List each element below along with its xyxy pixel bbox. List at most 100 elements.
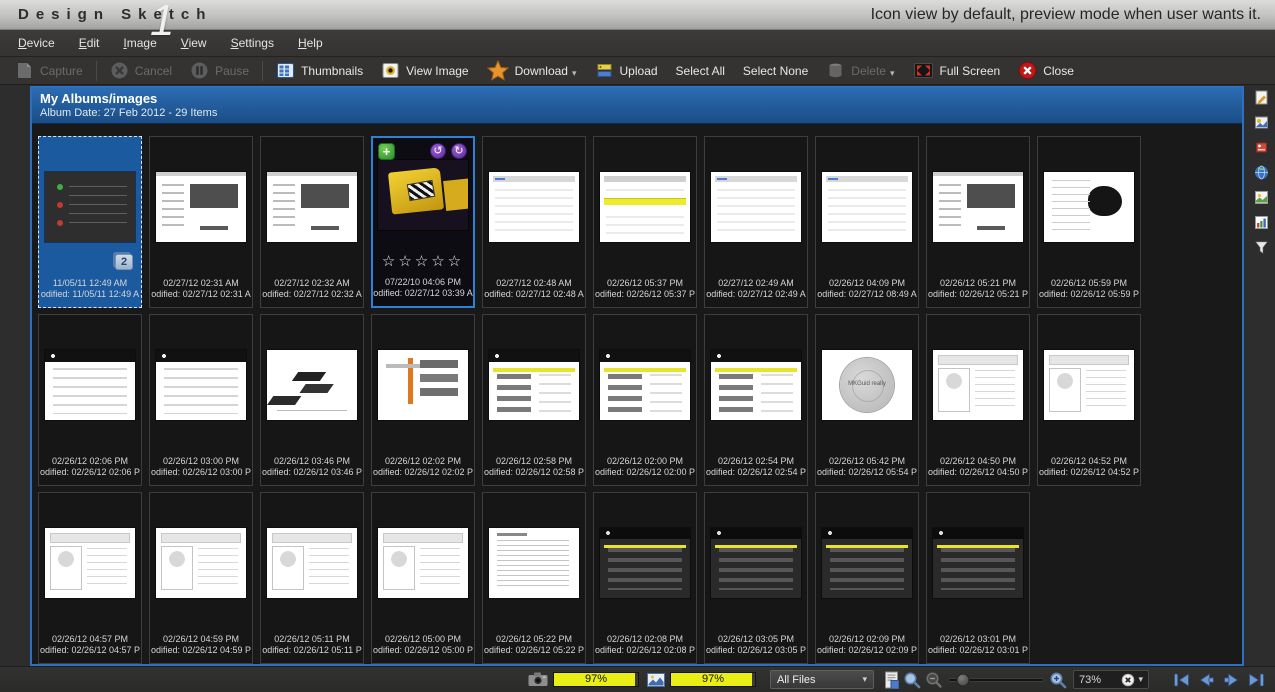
close-button[interactable]: Close: [1009, 59, 1083, 82]
thumbnail-item[interactable]: 02/26/12 05:11 PModified: 02/26/12 05:11…: [260, 492, 364, 664]
zoom-in-icon[interactable]: [1049, 671, 1067, 689]
thumbnail-item[interactable]: 02/26/12 02:09 PModified: 02/26/12 02:09…: [815, 492, 919, 664]
rotate-right-icon[interactable]: ↻: [451, 143, 467, 159]
histogram-icon[interactable]: [1252, 213, 1270, 231]
thumbnail-item[interactable]: 02/26/12 04:59 PModified: 02/26/12 04:59…: [149, 492, 253, 664]
thumbnail-item[interactable]: 02/27/12 02:49 AModified: 02/27/12 02:49…: [704, 136, 808, 308]
thumbnail-item[interactable]: 02/26/12 05:59 PModified: 02/26/12 05:59…: [1037, 136, 1141, 308]
thumbnail-caption: 02/26/12 05:42 PModified: 02/26/12 05:54…: [816, 454, 918, 485]
thumbnail-item[interactable]: 02/26/12 05:22 PModified: 02/26/12 05:22…: [482, 492, 586, 664]
thumbnail-item[interactable]: +↺↻☆☆☆☆☆07/22/10 04:06 PModified: 02/27/…: [371, 136, 475, 308]
rating-stars[interactable]: ☆☆☆☆☆: [373, 251, 473, 275]
chevron-down-icon[interactable]: ▾: [572, 62, 577, 79]
view-image-button[interactable]: View Image: [372, 59, 477, 82]
thumbnail-item[interactable]: 02/26/12 02:54 PModified: 02/26/12 02:54…: [704, 314, 808, 486]
zoom-slider[interactable]: [948, 678, 1044, 682]
thumbnail-caption: 02/26/12 05:37 PModified: 02/26/12 05:37…: [594, 276, 696, 307]
thumbnail-image-area: [816, 137, 918, 276]
thumbnail-item[interactable]: 02/26/12 02:00 PModified: 02/26/12 02:00…: [593, 314, 697, 486]
properties-icon[interactable]: [1252, 88, 1270, 106]
thumbnail-item[interactable]: 02/26/12 03:00 PModified: 02/26/12 03:00…: [149, 314, 253, 486]
thumbnail-image: [600, 172, 690, 242]
zoom-fit-icon[interactable]: [903, 671, 921, 689]
thumbnail-caption: 02/26/12 02:06 PModified: 02/26/12 02:06…: [39, 454, 141, 485]
thumbnail-item[interactable]: 02/27/12 02:32 AModified: 02/27/12 02:32…: [260, 136, 364, 308]
thumbnail-date: 02/27/12 02:48 AM: [483, 278, 585, 289]
thumbnails-button[interactable]: Thumbnails: [267, 59, 372, 82]
filters-icon[interactable]: [1252, 238, 1270, 256]
colors-icon[interactable]: [1252, 138, 1270, 156]
toolbar: CaptureCancelPauseThumbnailsView ImageDo…: [0, 57, 1275, 85]
chevron-down-icon[interactable]: ▾: [1138, 674, 1143, 685]
full-screen-icon: [913, 61, 934, 80]
chevron-down-icon: ▾: [890, 62, 895, 79]
first-image-button[interactable]: [1171, 672, 1192, 688]
thumbnail-item[interactable]: 02/27/12 02:48 AModified: 02/27/12 02:48…: [482, 136, 586, 308]
select-all-button[interactable]: Select All: [667, 62, 734, 80]
zoom-out-icon[interactable]: [925, 671, 943, 689]
thumbnail-item[interactable]: 02/26/12 04:52 PModified: 02/26/12 04:52…: [1037, 314, 1141, 486]
menu-item-view[interactable]: View: [171, 32, 217, 54]
zoom-level-box[interactable]: 73% ▾: [1073, 670, 1149, 689]
thumbnail-caption: 02/27/12 02:49 AModified: 02/27/12 02:49…: [705, 276, 807, 307]
add-tag-icon[interactable]: +: [378, 143, 395, 160]
thumbnail-item[interactable]: 02/26/12 05:37 PModified: 02/26/12 05:37…: [593, 136, 697, 308]
menu-item-settings[interactable]: Settings: [221, 32, 284, 54]
thumbnail-item[interactable]: 02/26/12 03:01 PModified: 02/26/12 03:01…: [926, 492, 1030, 664]
select-none-button[interactable]: Select None: [734, 62, 817, 80]
thumbnail-modified: odified: 02/26/12 04:50 P: [927, 467, 1029, 478]
toolbar-separator: [262, 61, 263, 81]
app-title: Design Sketch: [18, 6, 212, 23]
thumbnail-caption: 02/26/12 02:09 PModified: 02/26/12 02:09…: [816, 632, 918, 663]
zoom-slider-handle[interactable]: [957, 673, 970, 686]
thumbnail-date: 02/26/12 03:01 PM: [927, 634, 1029, 645]
thumbnail-item[interactable]: MKGuid really02/26/12 05:42 PModified: 0…: [815, 314, 919, 486]
thumbnail-item[interactable]: 02/26/12 02:08 PModified: 02/26/12 02:08…: [593, 492, 697, 664]
thumbnail-item[interactable]: 02/26/12 05:21 PModified: 02/26/12 05:21…: [926, 136, 1030, 308]
thumbnail-image-area: [372, 315, 474, 454]
download-label: Download: [515, 64, 568, 78]
thumbnail-modified: odified: 02/27/12 08:49 A: [816, 289, 918, 300]
zoom-reset-icon[interactable]: [1121, 673, 1135, 687]
menu-item-edit[interactable]: Edit: [69, 32, 110, 54]
thumbnail-row: 211/05/11 12:49 AModified: 11/05/11 12:4…: [38, 136, 1242, 308]
thumbnail-item[interactable]: 02/26/12 04:09 PModified: 02/27/12 08:49…: [815, 136, 919, 308]
rotate-left-icon[interactable]: ↺: [430, 143, 446, 159]
thumbnail-date: 02/26/12 02:08 PM: [594, 634, 696, 645]
thumbnail-image: [600, 528, 690, 598]
title-bar: Design Sketch 1 Icon view by default, pr…: [0, 0, 1275, 30]
thumbnail-item[interactable]: 02/26/12 04:50 PModified: 02/26/12 04:50…: [926, 314, 1030, 486]
menu-item-help[interactable]: Help: [288, 32, 333, 54]
thumbnail-date: 02/26/12 05:21 PM: [927, 278, 1029, 289]
thumbnail-item[interactable]: 02/26/12 03:05 PModified: 02/26/12 03:05…: [704, 492, 808, 664]
thumbnail-item[interactable]: 02/27/12 02:31 AModified: 02/27/12 02:31…: [149, 136, 253, 308]
geolocation-icon[interactable]: [1252, 163, 1270, 181]
upload-icon: [595, 61, 614, 80]
last-image-button[interactable]: [1246, 672, 1267, 688]
metadata-icon[interactable]: [1252, 113, 1270, 131]
thumbnail-item[interactable]: 02/26/12 02:58 PModified: 02/26/12 02:58…: [482, 314, 586, 486]
thumbnail-image: [711, 350, 801, 420]
thumbnail-item[interactable]: 02/26/12 02:06 PModified: 02/26/12 02:06…: [38, 314, 142, 486]
full-screen-button[interactable]: Full Screen: [904, 59, 1010, 82]
thumbnail-image-area: [261, 137, 363, 276]
captions-icon[interactable]: [1252, 188, 1270, 206]
thumbnail-modified: odified: 02/26/12 02:08 P: [594, 645, 696, 656]
next-image-button[interactable]: [1221, 672, 1242, 688]
thumbnail-item[interactable]: 02/26/12 02:02 PModified: 02/26/12 02:02…: [371, 314, 475, 486]
upload-button[interactable]: Upload: [586, 59, 667, 82]
thumbnail-modified: odified: 02/27/12 02:31 A: [150, 289, 252, 300]
download-button[interactable]: Download ▾: [478, 58, 586, 83]
thumbnail-item[interactable]: 211/05/11 12:49 AModified: 11/05/11 12:4…: [38, 136, 142, 308]
thumbnail-item[interactable]: 02/26/12 04:57 PModified: 02/26/12 04:57…: [38, 492, 142, 664]
thumbnail-item[interactable]: 02/26/12 03:46 PModified: 02/26/12 03:46…: [260, 314, 364, 486]
thumbnail-grid: 211/05/11 12:49 AModified: 11/05/11 12:4…: [32, 124, 1242, 664]
previous-image-button[interactable]: [1196, 672, 1217, 688]
file-filter-dropdown[interactable]: All Files ▾: [770, 670, 874, 689]
thumbnail-caption: 02/26/12 02:08 PModified: 02/26/12 02:08…: [594, 632, 696, 663]
thumbnail-caption: 02/26/12 02:02 PModified: 02/26/12 02:02…: [372, 454, 474, 485]
thumbnail-image-area: [927, 137, 1029, 276]
menu-item-device[interactable]: Device: [8, 32, 65, 54]
thumbnail-item[interactable]: 02/26/12 05:00 PModified: 02/26/12 05:00…: [371, 492, 475, 664]
image-info-icon[interactable]: [884, 671, 899, 689]
